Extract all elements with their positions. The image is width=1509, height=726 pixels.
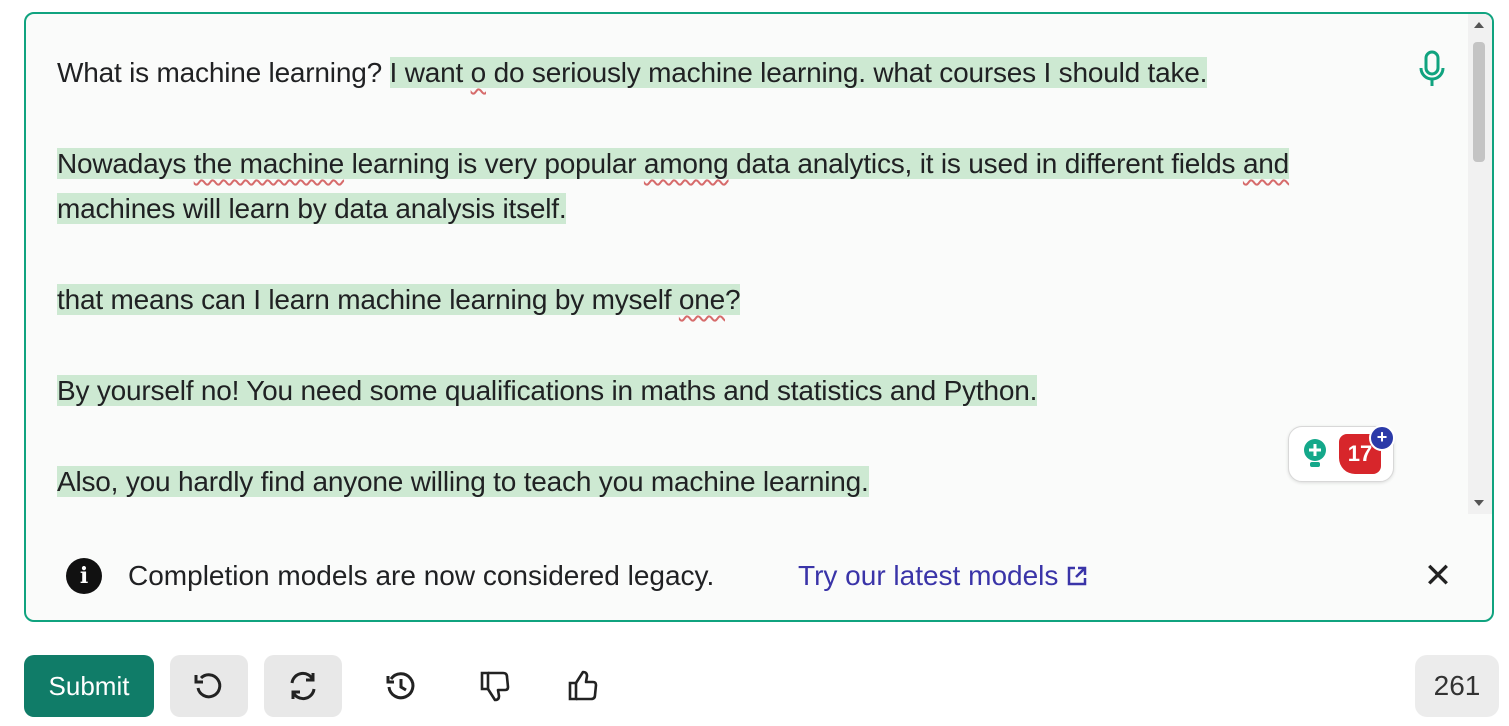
misspelled-text[interactable]: one <box>678 284 725 315</box>
misspelled-text[interactable]: among <box>643 148 729 179</box>
prompt-editor[interactable]: What is machine learning? I want o do se… <box>24 12 1494 622</box>
legacy-notice-banner: i Completion models are now considered l… <box>66 556 1466 596</box>
misspelled-text[interactable]: and <box>1242 148 1289 179</box>
prompt-paragraph: By yourself no! You need some qualificat… <box>57 368 1387 413</box>
external-link-icon <box>1068 566 1087 586</box>
latest-models-link-label: Try our latest models <box>798 560 1059 591</box>
highlighted-text: that means can I learn machine learning … <box>57 284 679 315</box>
undo-button[interactable] <box>170 655 248 717</box>
regenerate-icon <box>290 671 316 701</box>
scroll-down-arrow[interactable] <box>1474 500 1484 506</box>
prompt-paragraph: that means can I learn machine learning … <box>57 277 1387 322</box>
prompt-paragraph: Also, you hardly find anyone willing to … <box>57 459 1387 504</box>
prompt-text: What is machine learning? <box>57 57 390 88</box>
thumbs-up-icon <box>568 670 598 701</box>
highlighted-text: do seriously machine learning. what cour… <box>486 57 1208 88</box>
thumbs-down-button[interactable] <box>456 655 534 717</box>
regenerate-button[interactable] <box>264 655 342 717</box>
legacy-notice-text: Completion models are now considered leg… <box>128 560 715 591</box>
highlighted-text: Also, you hardly find anyone willing to … <box>57 466 869 497</box>
misspelled-text[interactable]: o <box>470 57 486 88</box>
scroll-up-arrow[interactable] <box>1474 22 1484 28</box>
highlighted-text: Nowadays <box>57 148 194 179</box>
thumbs-down-icon <box>480 671 510 702</box>
prompt-paragraph: Nowadays the machine learning is very po… <box>57 141 1387 231</box>
highlighted-text: I want <box>389 57 471 88</box>
highlighted-text: ? <box>725 284 741 315</box>
history-icon <box>386 672 415 700</box>
lightbulb-icon <box>1304 439 1326 467</box>
highlighted-text: machines will learn by data analysis its… <box>57 193 567 224</box>
highlighted-text: By yourself no! You need some qualificat… <box>57 375 1038 406</box>
token-count: 261 <box>1415 655 1499 717</box>
action-toolbar: Submit 261 <box>24 655 1499 717</box>
editor-scrollbar[interactable] <box>1468 14 1492 514</box>
info-icon: i <box>66 558 102 594</box>
highlighted-text: learning is very popular <box>344 148 644 179</box>
submit-button[interactable]: Submit <box>24 655 154 717</box>
microphone-icon[interactable] <box>1416 50 1448 90</box>
prompt-paragraph: What is machine learning? I want o do se… <box>57 50 1387 95</box>
latest-models-link[interactable]: Try our latest models <box>798 556 1088 596</box>
highlighted-text: data analytics, it is used in different … <box>728 148 1243 179</box>
grammar-extension-badge[interactable]: 17 + <box>1288 425 1395 482</box>
scroll-thumb[interactable] <box>1473 42 1485 162</box>
undo-icon <box>194 673 222 699</box>
plus-icon[interactable]: + <box>1369 425 1395 451</box>
prompt-text-area[interactable]: What is machine learning? I want o do se… <box>57 50 1387 550</box>
close-notice-icon[interactable]: ✕ <box>1420 558 1456 594</box>
thumbs-up-button[interactable] <box>544 655 622 717</box>
misspelled-text[interactable]: the machine <box>193 148 344 179</box>
history-button[interactable] <box>362 655 440 717</box>
